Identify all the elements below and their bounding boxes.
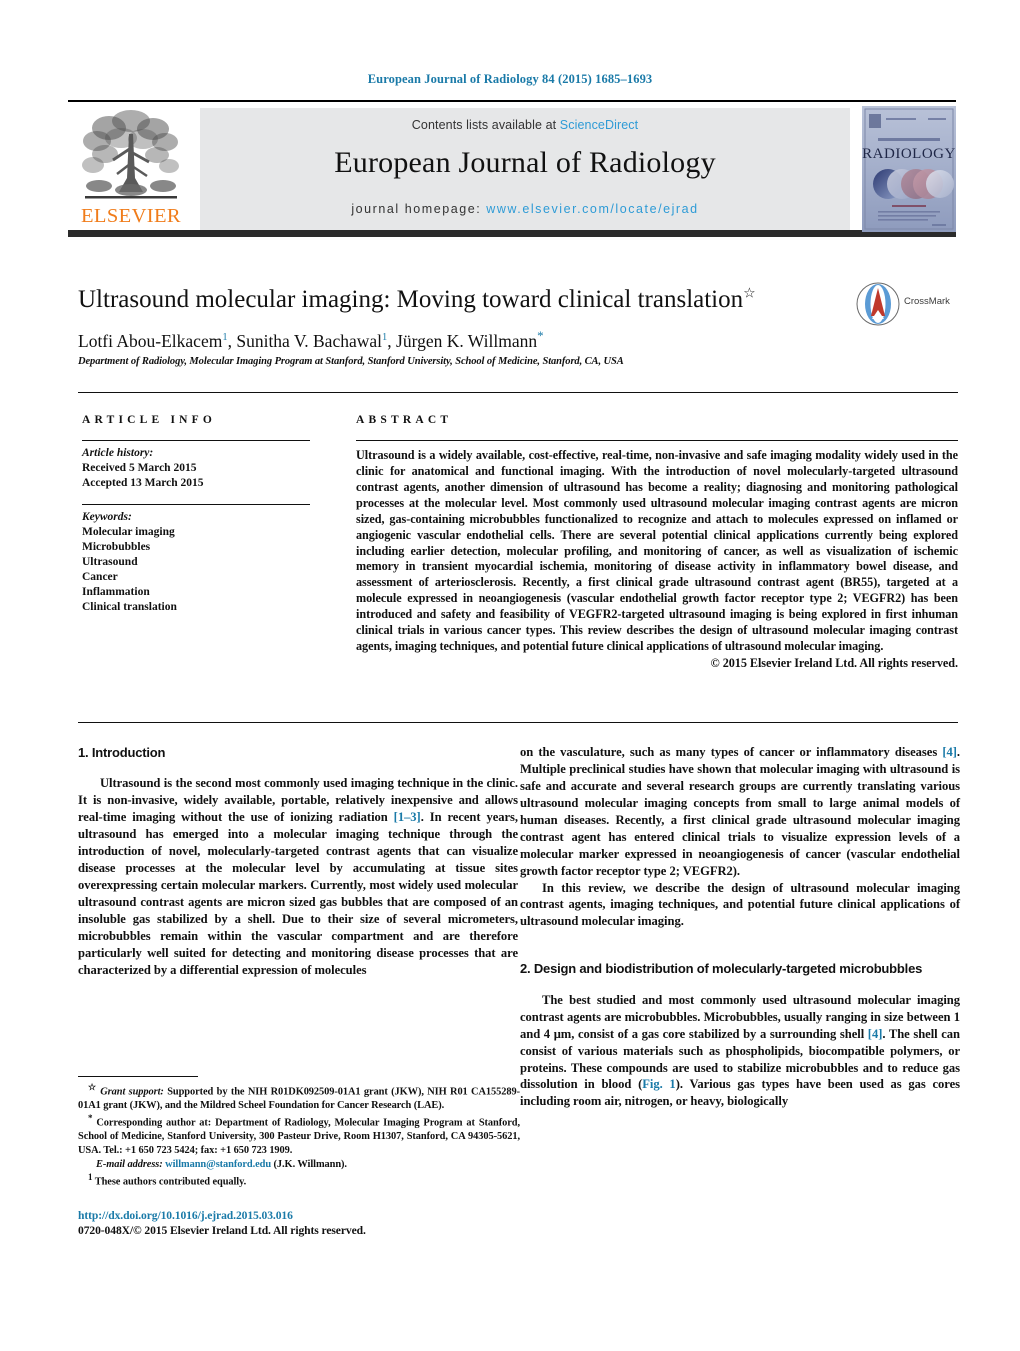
divider-top [78,392,958,393]
abstract-rule [356,440,958,441]
homepage-prefix: journal homepage: [351,202,487,216]
footnote-marker: ☆ [88,1082,97,1092]
article-title-text: Ultrasound molecular imaging: Moving tow… [78,286,744,313]
section-1-paragraph-1-continued: on the vasculature, such as many types o… [520,744,960,880]
doi-link[interactable]: http://dx.doi.org/10.1016/j.ejrad.2015.0… [78,1209,293,1222]
keyword-item: Molecular imaging [82,526,175,539]
abstract-body: Ultrasound is a widely available, cost-e… [356,448,958,672]
journal-band: Contents lists available at ScienceDirec… [200,108,850,230]
body-column-left: 1. Introduction Ultrasound is the second… [78,744,518,979]
footnote-equal-contribution: 1 These authors contributed equally. [78,1172,520,1189]
article-history-accepted: Accepted 13 March 2015 [82,477,204,490]
keyword-item: Clinical translation [82,601,177,614]
elsevier-wordmark: ELSEVIER [81,205,181,227]
footnote-email: E-mail address: willmann@stanford.edu (J… [78,1158,520,1172]
homepage-url-link[interactable]: www.elsevier.com/locate/ejrad [486,202,698,216]
divider-bottom [78,722,958,723]
email-link[interactable]: willmann@stanford.edu [165,1159,271,1170]
email-suffix: (J.K. Willmann). [271,1159,347,1171]
equal-contribution-text: These authors contributed equally. [92,1176,247,1188]
crossmark-label: CrossMark [904,296,950,307]
section-2-paragraph-1: The best studied and most commonly used … [520,992,960,1111]
sciencedirect-link[interactable]: ScienceDirect [560,118,638,132]
footnote-rule [78,1076,198,1077]
abstract-copyright: © 2015 Elsevier Ireland Ltd. All rights … [710,655,958,670]
article-info-rule [82,440,310,441]
section-1-paragraph-1: Ultrasound is the second most commonly u… [78,775,518,978]
crossmark-icon [856,282,900,326]
article-history-received: Received 5 March 2015 [82,462,197,475]
body-column-right: on the vasculature, such as many types o… [520,744,960,1110]
keyword-item: Microbubbles [82,541,151,554]
crossmark-badge[interactable]: CrossMark [856,282,962,326]
paragraph-text: . Multiple preclinical studies have show… [520,745,960,878]
abstract-heading: ABSTRACT [356,414,453,426]
author-name[interactable]: Sunitha V. Bachawal [236,331,382,351]
contents-prefix: Contents lists available at [411,118,560,132]
title-footnote-marker: ☆ [743,286,756,302]
keywords-label: Keywords: [82,511,132,523]
author-list: Lotfi Abou-Elkacem1, Sunitha V. Bachawal… [78,328,868,352]
citation-link[interactable]: [4] [942,745,957,759]
paragraph-text: . In recent years, ultrasound has emerge… [78,810,518,977]
section-2-heading: 2. Design and biodistribution of molecul… [520,961,923,977]
paragraph-text: on the vasculature, such as many types o… [520,745,943,759]
section-1-paragraph-2: In this review, we describe the design o… [520,880,960,929]
keyword-item: Cancer [82,571,118,584]
author-separator: , [387,330,397,351]
journal-title: European Journal of Radiology [334,146,716,179]
issn-copyright: 0720-048X/© 2015 Elsevier Ireland Ltd. A… [78,1224,366,1237]
cover-image-icon: RADIOLOGY [862,106,956,232]
keyword-item: Inflammation [82,586,150,599]
footnote-corresponding-author: * Corresponding author at: Department of… [78,1113,520,1158]
email-label: E-mail address: [96,1159,163,1171]
citation-link[interactable]: [4] [868,1027,883,1041]
abstract-text: Ultrasound is a widely available, cost-e… [356,448,958,654]
keywords-block: Keywords: Molecular imaging Microbubbles… [82,510,322,615]
article-info-heading: ARTICLE INFO [82,414,217,426]
author-name[interactable]: Lotfi Abou-Elkacem [78,331,222,351]
footnote-grant-support: ☆ Grant support: Supported by the NIH R0… [78,1082,520,1113]
journal-masthead: ELSEVIER Contents lists available at Sci… [68,100,956,237]
contents-line: Contents lists available at ScienceDirec… [200,108,850,132]
author-name[interactable]: Jürgen K. Willmann [396,331,537,351]
keywords-rule [82,504,310,505]
corresponding-author-text: Corresponding author at: Department of R… [78,1117,520,1157]
article-title: Ultrasound molecular imaging: Moving tow… [78,286,838,315]
author-affiliation: Department of Radiology, Molecular Imagi… [78,356,624,367]
keyword-item: Ultrasound [82,556,138,569]
journal-article-page: European Journal of Radiology 84 (2015) … [0,0,1020,1351]
corresponding-author-marker: * [537,328,544,343]
journal-cover-thumbnail: RADIOLOGY [862,106,956,232]
article-history: Article history: Received 5 March 2015 A… [82,446,322,491]
section-1-heading: 1. Introduction [78,745,166,760]
journal-homepage-line: journal homepage: www.elsevier.com/locat… [200,202,850,216]
citation-link[interactable]: [1–3] [394,810,421,824]
article-history-label: Article history: [82,447,154,459]
elsevier-tree-icon [82,110,179,199]
svg-text:RADIOLOGY: RADIOLOGY [862,146,956,162]
running-head: European Journal of Radiology 84 (2015) … [367,72,653,86]
grant-support-label: Grant support: [100,1086,164,1098]
footnote-block: ☆ Grant support: Supported by the NIH R0… [78,1082,520,1189]
elsevier-logo: ELSEVIER [68,108,194,232]
figure-link[interactable]: Fig. 1 [642,1077,676,1091]
